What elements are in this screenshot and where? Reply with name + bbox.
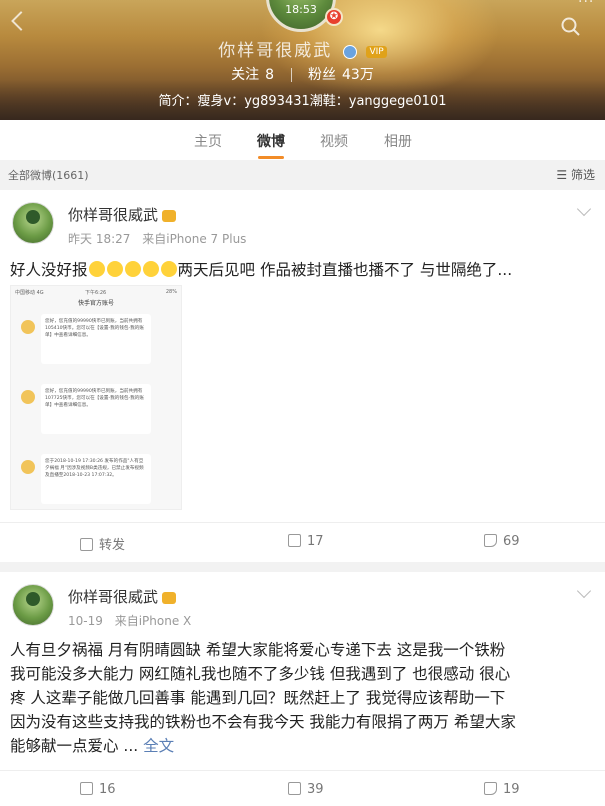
avatar-verified-icon: ✪ xyxy=(325,8,343,26)
tab-video[interactable]: 视频 xyxy=(320,131,348,151)
statusbar-battery: 28% xyxy=(165,289,177,295)
tab-album[interactable]: 相册 xyxy=(384,131,412,151)
kuaishou-icon xyxy=(21,460,35,474)
crown-icon xyxy=(162,209,177,222)
post-time: 10-19 xyxy=(68,614,103,628)
chevron-down-icon[interactable] xyxy=(576,583,592,599)
post-author[interactable]: 你样哥很威武 xyxy=(68,204,177,225)
post-text-last-line: 能够献一点爱心 ... 全文 xyxy=(10,734,516,758)
message-text: 您于2018-10-19 17:30:26 发布的作品"人有旦夕祸福 月"因涉及… xyxy=(41,454,151,504)
post-text: 好人没好报 两天后见吧 作品被封直播也播不了 与世隔绝了... xyxy=(10,258,512,282)
profile-bio: 简介：瘦身v：yg893431潮鞋：yanggege0101 xyxy=(158,94,447,109)
profile-tabs: 主页 微博 视频 相册 xyxy=(0,120,605,160)
profile-header: 18:53 ✪ ··· 你样哥很威武 VIP 关注 8 粉丝 43万 简介：瘦身v：… xyxy=(0,0,605,120)
post-time: 昨天 18:27 xyxy=(68,232,131,246)
active-tab-indicator xyxy=(258,156,284,159)
thumbs-up-icon xyxy=(484,534,497,547)
post-text-line: 人有旦夕祸福 月有阴晴圆缺 希望大家能将爱心专递下去 这是我一个铁粉 xyxy=(10,641,506,659)
post-text-line: 我可能没多大能力 网红随礼我也随不了多少钱 但我遇到了 也很感动 很心 xyxy=(10,665,511,683)
crown-icon xyxy=(162,591,177,604)
comment-button[interactable]: 39 xyxy=(288,782,324,797)
post-meta: 昨天 18:27 来自iPhone 7 Plus xyxy=(68,230,246,247)
avatar[interactable] xyxy=(12,202,54,244)
tab-home[interactable]: 主页 xyxy=(194,131,222,151)
comment-button[interactable]: 17 xyxy=(288,534,324,549)
more-icon[interactable]: ··· xyxy=(578,0,598,10)
tab-weibo[interactable]: 微博 xyxy=(257,131,285,151)
filter-button[interactable]: ☰ 筛选 xyxy=(556,166,595,183)
laughing-emoji-icon xyxy=(142,261,159,277)
message-text: 您好，您充值的99990快币已到账，当前共拥有107725快币，您可以在【设置-… xyxy=(41,384,151,434)
comment-count: 39 xyxy=(307,782,324,797)
filter-label: 筛选 xyxy=(570,168,595,182)
screenshot-message: 您好，您充值的99990快币已到账，当前共拥有107725快币，您可以在【设置-… xyxy=(21,384,173,436)
laughing-emoji-icon xyxy=(88,261,105,277)
post-card[interactable]: 你样哥很威武 10-19 来自iPhone X 人有旦夕祸福 月有阴晴圆缺 希望… xyxy=(0,572,605,806)
post-text-before: 好人没好报 xyxy=(10,261,88,279)
profile-stats: 关注 8 粉丝 43万 xyxy=(0,64,605,84)
post-actions: 16 39 19 xyxy=(0,770,605,806)
post-meta: 10-19 来自iPhone X xyxy=(68,612,191,629)
screenshot-message: 您好，您充值的99990快币已到账，当前共拥有105410快币。您可以在【设置-… xyxy=(21,314,173,366)
laughing-emoji-icon xyxy=(124,261,141,277)
repost-icon xyxy=(80,782,93,795)
laughing-emoji-icon xyxy=(160,261,177,277)
laughing-emoji-icon xyxy=(106,261,123,277)
repost-label: 转发 xyxy=(99,538,126,553)
repost-button[interactable]: 16 xyxy=(80,782,116,797)
comment-count: 17 xyxy=(307,534,324,549)
post-source: 来自iPhone X xyxy=(114,614,192,628)
back-arrow-icon[interactable] xyxy=(11,11,31,31)
full-text-link[interactable]: 全文 xyxy=(143,737,174,755)
follow-stat[interactable]: 关注 8 xyxy=(231,67,274,83)
repost-button[interactable]: 转发 xyxy=(80,534,125,553)
post-text-line: 因为没有这些支持我的铁粉也不会有我今天 我能力有限捐了两万 希望大家 xyxy=(10,713,516,731)
comment-icon xyxy=(288,534,301,547)
verified-v-icon xyxy=(343,44,358,59)
post-text-line: 能够献一点爱心 ... xyxy=(10,737,139,755)
screenshot-title: 快手官方账号 xyxy=(77,300,114,307)
repost-icon xyxy=(80,538,93,551)
like-count: 69 xyxy=(503,534,520,549)
fans-stat[interactable]: 粉丝 43万 xyxy=(308,67,374,83)
repost-count: 16 xyxy=(99,782,116,797)
comment-icon xyxy=(288,782,301,795)
stats-divider xyxy=(290,68,292,82)
kuaishou-icon xyxy=(21,390,35,404)
thumbs-up-icon xyxy=(484,782,497,795)
post-actions: 转发 17 69 xyxy=(0,522,605,562)
post-card[interactable]: 你样哥很威武 昨天 18:27 来自iPhone 7 Plus 好人没好报 两天后… xyxy=(0,190,605,562)
post-author[interactable]: 你样哥很威武 xyxy=(68,586,177,607)
post-source: 来自iPhone 7 Plus xyxy=(142,232,247,246)
avatar[interactable] xyxy=(12,584,54,626)
fans-label: 粉丝 xyxy=(308,67,336,83)
statusbar-time: 下午6:26 xyxy=(85,290,107,296)
post-text-after: 两天后见吧 作品被封直播也播不了 与世隔绝了... xyxy=(177,261,513,279)
chevron-down-icon[interactable] xyxy=(576,201,592,217)
like-button[interactable]: 69 xyxy=(484,534,520,549)
like-button[interactable]: 19 xyxy=(484,782,520,797)
post-author-name: 你样哥很威武 xyxy=(68,588,159,606)
follow-label: 关注 xyxy=(231,67,260,83)
post-text: 人有旦夕祸福 月有阴晴圆缺 希望大家能将爱心专递下去 这是我一个铁粉 我可能没多… xyxy=(10,638,516,758)
profile-name-row: 你样哥很威武 VIP xyxy=(0,36,605,61)
post-image[interactable]: 中国移动 4G 下午6:26 28% 快手官方账号 您好，您充值的99990快币… xyxy=(10,285,182,510)
avatar-status-time: 18:53 xyxy=(285,3,317,16)
post-text-line: 疼 人这辈子能做几回善事 能遇到几回？既然赶上了 我觉得应该帮助一下 xyxy=(10,689,506,707)
search-icon[interactable] xyxy=(560,16,582,38)
post-count: 全部微博(1661) xyxy=(8,169,89,182)
filter-bar: 全部微博(1661) ☰ 筛选 xyxy=(0,162,605,186)
emoji-group xyxy=(88,261,178,279)
like-count: 19 xyxy=(503,782,520,797)
fans-count: 43万 xyxy=(342,67,374,83)
follow-count: 8 xyxy=(265,67,275,83)
message-text: 您好，您充值的99990快币已到账，当前共拥有105410快币。您可以在【设置-… xyxy=(41,314,151,364)
screenshot-statusbar: 中国移动 4G 下午6:26 28% xyxy=(15,289,177,296)
kuaishou-icon xyxy=(21,320,35,334)
vip-badge: VIP xyxy=(366,45,387,58)
profile-name: 你样哥很威武 xyxy=(218,41,333,61)
statusbar-carrier: 中国移动 4G xyxy=(15,290,44,296)
screenshot-message: 您于2018-10-19 17:30:26 发布的作品"人有旦夕祸福 月"因涉及… xyxy=(21,454,173,506)
post-author-name: 你样哥很威武 xyxy=(68,206,159,224)
